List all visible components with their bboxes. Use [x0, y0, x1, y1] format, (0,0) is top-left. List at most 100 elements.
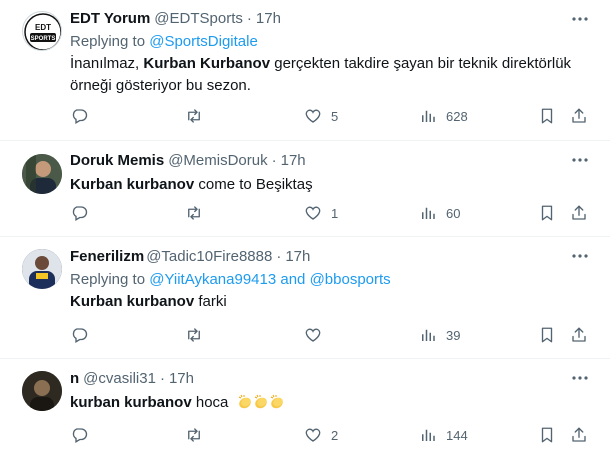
more-icon[interactable]	[570, 249, 590, 263]
replying-to-link-2[interactable]: @bbosports	[310, 271, 391, 288]
more-icon[interactable]	[570, 371, 590, 385]
share-icon	[570, 107, 588, 125]
like-button[interactable]: 5	[304, 107, 338, 125]
reply-button[interactable]	[70, 204, 88, 222]
clapping-hands-icon	[254, 394, 267, 409]
tweet[interactable]: EDT SPORTS EDT Yorum @EDTSports · 17h Re…	[0, 0, 610, 141]
replying-to-prefix: Replying to	[70, 271, 150, 288]
tweet-actions: 5 628	[70, 107, 596, 129]
like-count: 2	[331, 427, 339, 443]
bookmark-icon	[538, 204, 556, 222]
like-count: 5	[331, 108, 339, 124]
replying-to-link[interactable]: @YiitAykana99413	[149, 271, 276, 288]
views-icon	[419, 107, 437, 125]
retweet-button[interactable]	[185, 326, 203, 344]
share-button[interactable]	[570, 107, 588, 125]
tweet-text: Kurban kurbanov farki	[70, 291, 610, 313]
tweet-text: kurban kurbanov hoca	[70, 392, 610, 414]
reply-icon	[70, 204, 88, 222]
like-button[interactable]	[304, 326, 322, 344]
replying-to-and: and	[276, 271, 310, 288]
reply-button[interactable]	[70, 426, 88, 444]
share-button[interactable]	[570, 204, 588, 222]
separator: ·	[246, 10, 252, 27]
avatar[interactable]: EDT SPORTS	[22, 11, 62, 51]
reply-icon	[70, 326, 88, 344]
timestamp[interactable]: 17h	[256, 9, 281, 29]
views-count: 60	[446, 205, 461, 221]
bookmark-icon	[538, 326, 556, 344]
views-count: 39	[446, 327, 461, 343]
timestamp[interactable]: 17h	[281, 151, 306, 171]
views-button[interactable]: 144	[419, 426, 468, 444]
separator: ·	[271, 152, 277, 169]
replying-to-link[interactable]: @SportsDigitale	[149, 33, 258, 50]
bookmark-button[interactable]	[538, 204, 556, 222]
tweet[interactable]: Doruk Memis @MemisDoruk · 17h Kurban kur…	[0, 141, 610, 237]
replying-to-prefix: Replying to	[70, 33, 150, 50]
tweet-text: İnanılmaz, Kurban Kurbanov gerçekten tak…	[70, 53, 590, 97]
tweet-text-before: İnanılmaz,	[70, 55, 144, 72]
share-button[interactable]	[570, 326, 588, 344]
user-handle[interactable]: @Tadic10Fire8888	[146, 247, 272, 267]
reply-button[interactable]	[70, 326, 88, 344]
tweet-text-bold: Kurban kurbanov	[70, 176, 195, 193]
retweet-icon	[185, 107, 203, 125]
display-name[interactable]: Fenerilizm	[70, 247, 144, 267]
tweet-header: Fenerilizm @Tadic10Fire8888 · 17h	[70, 247, 610, 267]
reply-icon	[70, 107, 88, 125]
tweet-text: Kurban kurbanov come to Beşiktaş	[70, 174, 610, 196]
display-name[interactable]: n	[70, 369, 79, 389]
tweet-text-after: hoca	[191, 394, 229, 411]
tweet[interactable]: Fenerilizm @Tadic10Fire8888 · 17h Replyi…	[0, 237, 610, 359]
reply-button[interactable]	[70, 107, 88, 125]
like-icon	[304, 426, 322, 444]
avatar[interactable]	[22, 371, 62, 411]
display-name[interactable]: Doruk Memis	[70, 151, 164, 171]
bookmark-icon	[538, 107, 556, 125]
bookmark-button[interactable]	[538, 326, 556, 344]
share-button[interactable]	[570, 426, 588, 444]
clapping-hands-emoji-group	[237, 394, 285, 411]
user-handle[interactable]: @cvasili31	[83, 369, 156, 389]
retweet-button[interactable]	[185, 426, 203, 444]
reply-icon	[70, 426, 88, 444]
views-button[interactable]: 60	[419, 204, 460, 222]
user-handle[interactable]: @MemisDoruk	[168, 151, 267, 171]
avatar[interactable]	[22, 154, 62, 194]
bookmark-button[interactable]	[538, 426, 556, 444]
retweet-button[interactable]	[185, 204, 203, 222]
bookmark-icon	[538, 426, 556, 444]
more-icon[interactable]	[570, 153, 590, 167]
separator: ·	[159, 370, 165, 387]
tweet-header: n @cvasili31 · 17h	[70, 369, 610, 389]
like-button[interactable]: 1	[304, 204, 338, 222]
share-icon	[570, 426, 588, 444]
tweet-text-bold: kurban kurbanov	[70, 394, 192, 411]
views-icon	[419, 326, 437, 344]
views-icon	[419, 204, 437, 222]
like-button[interactable]: 2	[304, 426, 338, 444]
views-button[interactable]: 39	[419, 326, 460, 344]
views-button[interactable]: 628	[419, 107, 468, 125]
timestamp[interactable]: 17h	[169, 369, 194, 389]
share-icon	[570, 326, 588, 344]
tweet-actions: 39	[70, 326, 596, 348]
avatar[interactable]	[22, 249, 62, 289]
like-icon	[304, 107, 322, 125]
display-name[interactable]: EDT Yorum	[70, 9, 150, 29]
separator: ·	[276, 248, 282, 265]
timestamp[interactable]: 17h	[285, 247, 310, 267]
user-handle[interactable]: @EDTSports	[154, 9, 243, 29]
retweet-icon	[185, 426, 203, 444]
tweet-header: EDT Yorum @EDTSports · 17h	[70, 9, 610, 29]
reply-feed: EDT SPORTS EDT Yorum @EDTSports · 17h Re…	[0, 0, 610, 465]
replying-to: Replying to @YiitAykana99413 and @bbospo…	[70, 270, 610, 290]
like-icon	[304, 326, 322, 344]
retweet-icon	[185, 204, 203, 222]
retweet-button[interactable]	[185, 107, 203, 125]
tweet[interactable]: n @cvasili31 · 17h kurban kurbanov hoca …	[0, 359, 610, 465]
more-icon[interactable]	[570, 12, 590, 26]
retweet-icon	[185, 326, 203, 344]
bookmark-button[interactable]	[538, 107, 556, 125]
